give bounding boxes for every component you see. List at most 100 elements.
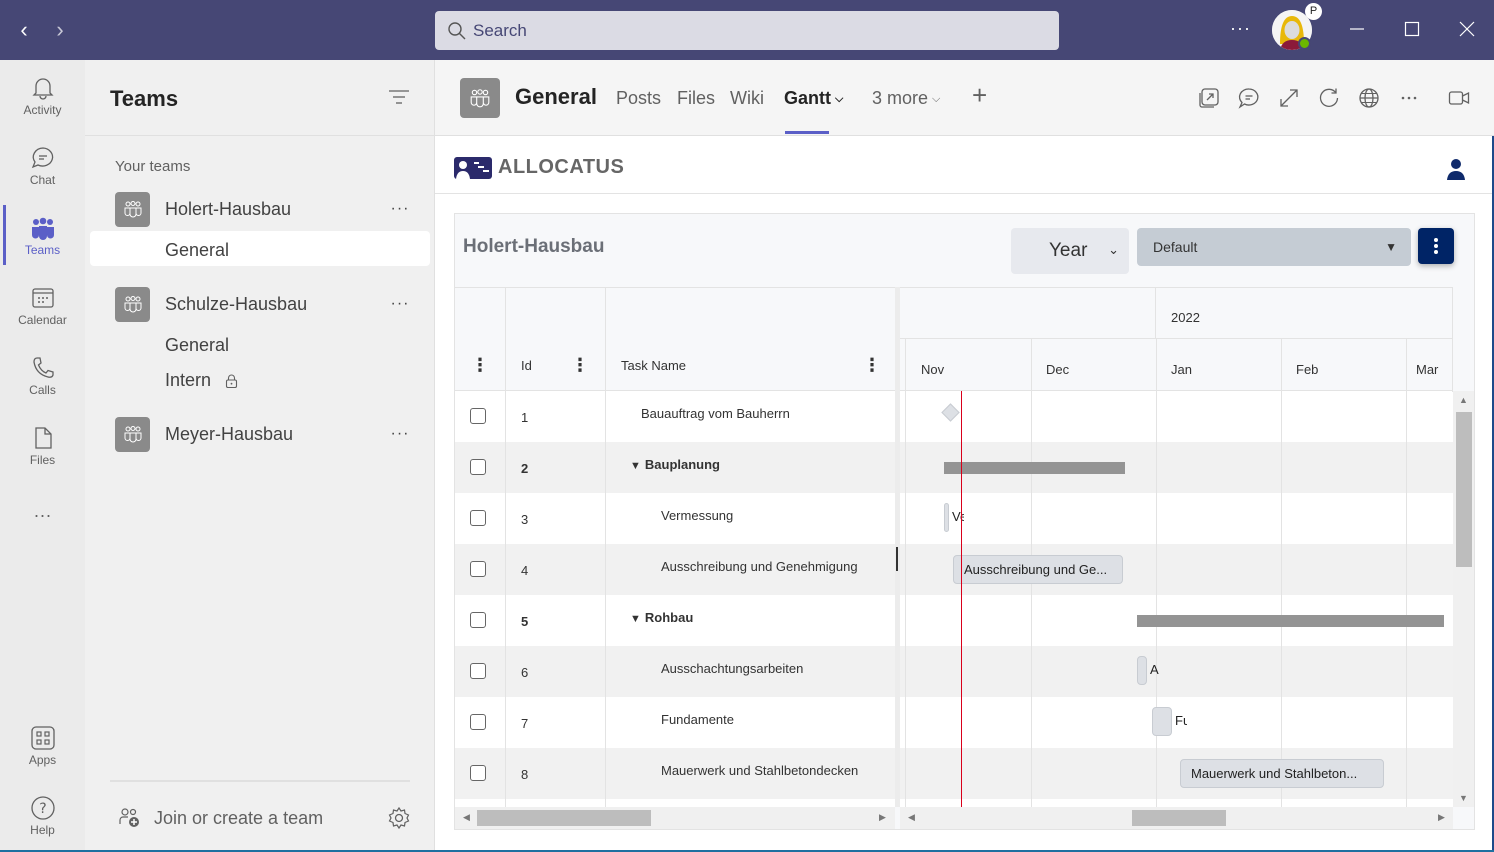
team-item-holert[interactable]: Holert-Hausbau ··· <box>115 191 415 227</box>
rail-item-teams[interactable]: Teams <box>0 205 85 267</box>
month-label: Dec <box>1046 362 1070 377</box>
close-button[interactable] <box>1452 14 1482 44</box>
refresh-icon[interactable] <box>1318 87 1340 109</box>
user-profile-icon[interactable] <box>1445 158 1467 182</box>
filter-icon[interactable] <box>388 89 410 105</box>
rail-item-calendar[interactable]: Calendar <box>0 275 85 337</box>
scroll-left-icon[interactable]: ◀ <box>463 812 470 823</box>
gear-icon[interactable] <box>387 806 411 830</box>
table-row[interactable]: 7 Fundamente <box>455 697 895 748</box>
column-menu-icon[interactable]: ⋮ <box>571 356 589 374</box>
more-options-icon[interactable]: ··· <box>1230 18 1251 39</box>
task-name[interactable]: Mauerwerk und Stahlbetondecken <box>661 763 858 778</box>
rail-more-button[interactable]: ··· <box>0 484 85 546</box>
scroll-up-icon[interactable]: ▲ <box>1459 395 1468 405</box>
scroll-thumb[interactable] <box>1132 810 1226 826</box>
rail-item-help[interactable]: ? Help <box>0 785 85 847</box>
table-row[interactable]: 8 Mauerwerk und Stahlbetondecken <box>455 748 895 799</box>
join-create-team-button[interactable]: Join or create a team <box>118 806 323 830</box>
forward-arrow-icon[interactable]: › <box>50 18 70 42</box>
scroll-thumb[interactable] <box>477 810 651 826</box>
rail-item-chat[interactable]: Chat <box>0 135 85 197</box>
row-checkbox[interactable] <box>470 612 486 628</box>
row-checkbox[interactable] <box>470 561 486 577</box>
channel-item-general[interactable]: General <box>165 335 229 356</box>
table-row[interactable]: 2 ▼ Bauplanung <box>455 442 895 493</box>
task-name[interactable]: Fundamente <box>661 712 734 727</box>
tab-posts[interactable]: Posts <box>616 88 661 109</box>
table-row[interactable]: 4 Ausschreibung und Genehmigung <box>455 544 895 595</box>
rail-item-files[interactable]: Files <box>0 415 85 477</box>
row-checkbox[interactable] <box>470 663 486 679</box>
summary-bar[interactable] <box>1137 615 1444 627</box>
row-checkbox[interactable] <box>470 765 486 781</box>
more-options-icon[interactable] <box>1398 87 1420 109</box>
scroll-left-icon[interactable]: ◀ <box>908 812 915 823</box>
grid-horizontal-scrollbar[interactable]: ◀ ▶ <box>455 807 895 829</box>
pop-out-icon[interactable] <box>1198 87 1220 109</box>
tab-files[interactable]: Files <box>677 88 715 109</box>
scroll-thumb[interactable] <box>1456 412 1472 567</box>
more-icon[interactable]: ··· <box>385 200 415 218</box>
minimize-button[interactable] <box>1342 14 1372 44</box>
task-bar[interactable] <box>1152 707 1172 736</box>
table-row[interactable]: 5 ▼ Rohbau <box>455 595 895 646</box>
task-bar[interactable]: Mauerwerk und Stahlbeton... <box>1180 759 1384 788</box>
row-checkbox[interactable] <box>470 510 486 526</box>
tab-gantt[interactable]: Gantt ⌵ <box>784 88 843 109</box>
conversation-icon[interactable] <box>1238 87 1260 109</box>
table-row[interactable]: 6 Ausschachtungsarbeiten <box>455 646 895 697</box>
rail-item-calls[interactable]: Calls <box>0 345 85 407</box>
search-input[interactable]: Search <box>435 11 1059 50</box>
gantt-menu-button[interactable] <box>1418 228 1454 264</box>
collapse-icon[interactable]: ▼ <box>630 613 641 625</box>
channel-item-general[interactable]: General <box>165 240 229 261</box>
team-item-schulze[interactable]: Schulze-Hausbau ··· <box>115 286 415 322</box>
task-name[interactable]: ▼ Bauplanung <box>630 457 720 472</box>
timeline-horizontal-scrollbar[interactable]: ◀ ▶ <box>900 807 1453 829</box>
task-id: 5 <box>521 614 529 629</box>
summary-bar[interactable] <box>944 462 1125 474</box>
rail-item-activity[interactable]: Activity <box>0 65 85 127</box>
task-name[interactable]: Bauauftrag vom Bauherrn <box>641 406 790 421</box>
add-tab-button[interactable]: + <box>972 80 987 111</box>
expand-icon[interactable] <box>1278 87 1300 109</box>
table-row[interactable]: 1 Bauauftrag vom Bauherrn <box>455 391 895 442</box>
channel-item-intern[interactable]: Intern <box>165 370 238 391</box>
maximize-button[interactable] <box>1397 14 1427 44</box>
column-header-task-name[interactable]: Task Name <box>621 358 686 373</box>
view-scale-select[interactable]: Year ⌄ <box>1011 228 1129 274</box>
task-bar[interactable] <box>1137 656 1147 685</box>
column-menu-icon[interactable]: ⋮ <box>863 356 881 374</box>
team-avatar <box>115 191 150 227</box>
task-bar[interactable] <box>944 503 949 532</box>
row-checkbox[interactable] <box>470 459 486 475</box>
back-arrow-icon[interactable]: ‹ <box>14 18 34 42</box>
scroll-right-icon[interactable]: ▶ <box>1438 812 1445 823</box>
column-header-id[interactable]: Id <box>521 358 532 373</box>
row-checkbox[interactable] <box>470 714 486 730</box>
globe-icon[interactable] <box>1358 87 1380 109</box>
more-icon[interactable]: ··· <box>385 295 415 313</box>
collapse-icon[interactable]: ▼ <box>630 460 641 472</box>
column-menu-icon[interactable]: ⋮ <box>471 356 489 374</box>
row-checkbox[interactable] <box>470 408 486 424</box>
scroll-right-icon[interactable]: ▶ <box>879 812 886 823</box>
video-call-icon[interactable] <box>1448 87 1470 109</box>
scroll-down-icon[interactable]: ▼ <box>1459 793 1468 803</box>
task-bar[interactable]: Ausschreibung und Ge... <box>953 555 1123 584</box>
task-name[interactable]: Vermessung <box>661 508 733 523</box>
tab-wiki[interactable]: Wiki <box>730 88 764 109</box>
task-name[interactable]: Ausschreibung und Genehmigung <box>661 559 858 574</box>
team-item-meyer[interactable]: Meyer-Hausbau ··· <box>115 416 415 452</box>
rail-item-apps[interactable]: Apps <box>0 715 85 777</box>
more-icon[interactable]: ··· <box>385 425 415 443</box>
vertical-scrollbar[interactable]: ▲ ▼ <box>1453 391 1474 807</box>
table-row[interactable]: 3 Vermessung <box>455 493 895 544</box>
splitter-handle[interactable] <box>896 547 898 571</box>
tab-more[interactable]: 3 more ⌵ <box>872 88 940 109</box>
task-name[interactable]: Ausschachtungsarbeiten <box>661 661 803 676</box>
task-name[interactable]: ▼ Rohbau <box>630 610 693 625</box>
column-divider <box>605 287 606 807</box>
layout-select[interactable]: Default ▼ <box>1137 228 1411 266</box>
